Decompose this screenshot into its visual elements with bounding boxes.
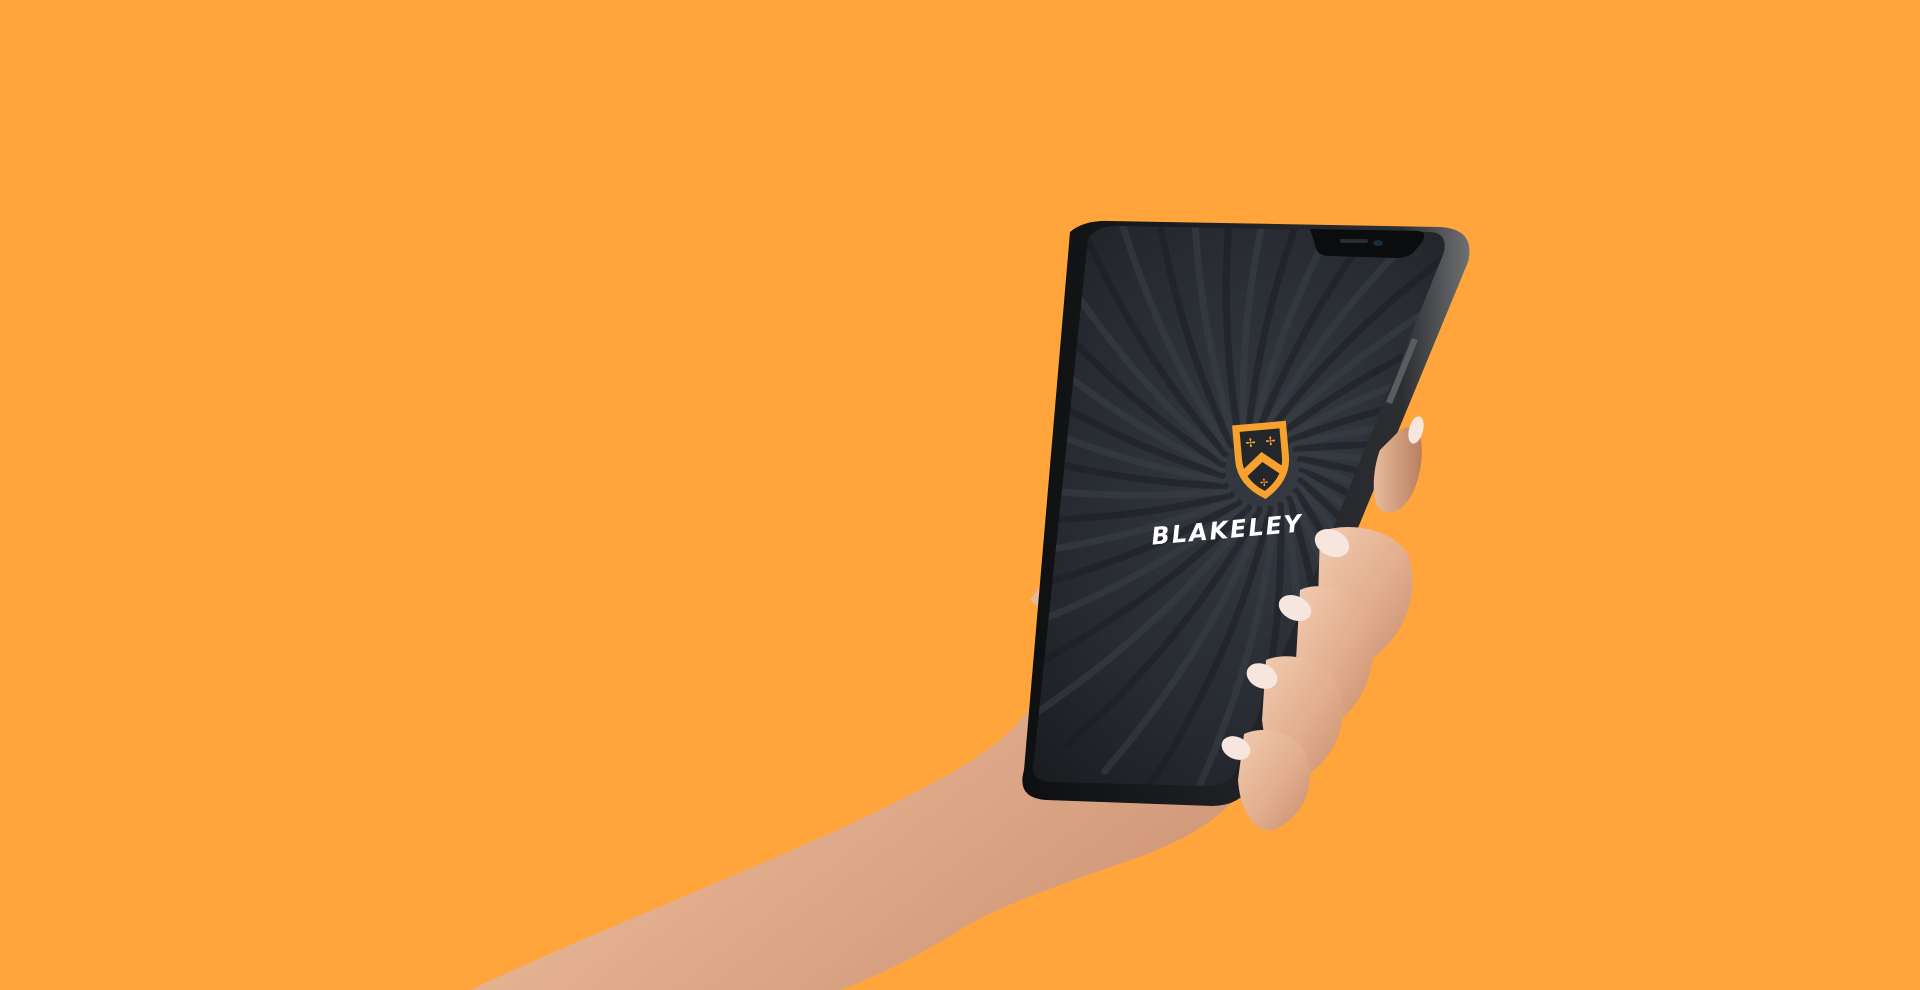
speaker-grille bbox=[1340, 239, 1368, 243]
svg-text:✢: ✢ bbox=[1265, 434, 1276, 449]
svg-text:✢: ✢ bbox=[1260, 478, 1269, 490]
front-camera bbox=[1373, 240, 1383, 246]
scene-illustration: ✢ ✢ ✢ BLAKELEY bbox=[0, 0, 1920, 990]
svg-text:✢: ✢ bbox=[1245, 436, 1256, 451]
hero-scene: ✢ ✢ ✢ BLAKELEY bbox=[0, 0, 1920, 990]
notch bbox=[1310, 229, 1425, 258]
